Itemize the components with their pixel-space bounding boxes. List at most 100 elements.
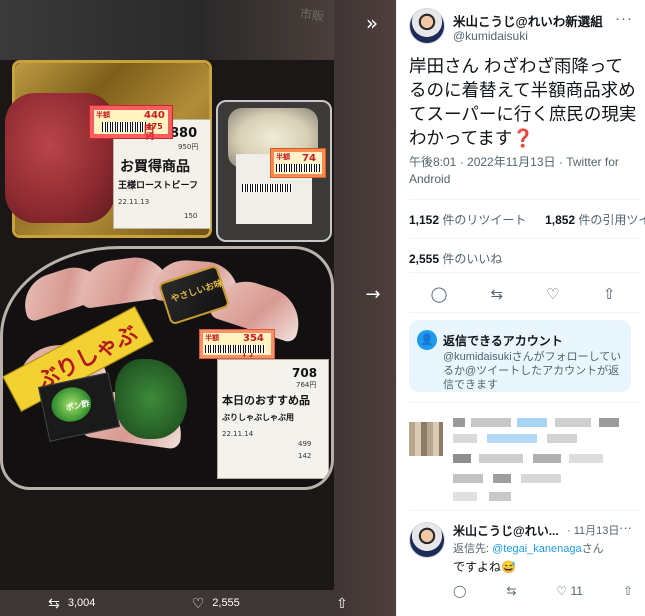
barcode	[276, 164, 320, 172]
roast-beef-tray: 880 950円 お買得商品 王様ローストビーフ 22.11.13 150 半額…	[5, 60, 212, 238]
reply-like-button[interactable]: ♡ 11	[556, 584, 583, 598]
retweet-icon: ⇆	[48, 594, 60, 611]
more-icon[interactable]: ···	[615, 10, 633, 27]
censored-block	[533, 454, 561, 463]
sticker-tag: 半額	[96, 111, 110, 119]
share-icon[interactable]: ⇧	[623, 584, 633, 598]
reply-author-name[interactable]: 米山こうじ@れい...	[453, 522, 559, 539]
tweet-time[interactable]: 午後8:01 · 2022年11月13日 ·	[409, 155, 566, 169]
photo-background	[0, 0, 334, 60]
tweet-panel: 米山こうじ@れいわ新選組... @kumidaisuki ··· 岸田さん わざ…	[396, 0, 645, 616]
censored-block	[471, 418, 511, 427]
tweet-timestamp: 午後8:01 · 2022年11月13日 · Twitter for Andro…	[409, 154, 637, 188]
beef-label-date: 22.11.13	[118, 198, 150, 206]
shiso-leaf	[115, 359, 187, 439]
censored-block	[453, 454, 471, 463]
tweet-text: 岸田さん わざわざ雨降ってるのに着替えて半額商品求めてスーパーに行く庶民の現実わ…	[409, 56, 637, 148]
quotes-stat[interactable]: 1,852 件の引用ツイート	[545, 213, 645, 227]
barcode	[205, 345, 265, 353]
chevrons-right-icon[interactable]: »	[356, 8, 388, 40]
sashimi-price-sub: 764円	[296, 381, 317, 389]
divider	[409, 238, 642, 239]
censored-block	[555, 418, 591, 427]
tweet-author[interactable]: 米山こうじ@れいわ新選組... @kumidaisuki ···	[409, 8, 639, 48]
sticker-tag: 半額	[205, 334, 219, 342]
reply-icon[interactable]: ◯	[431, 285, 448, 303]
viewer-like-count: 2,555	[212, 597, 240, 609]
avatar[interactable]	[409, 8, 445, 44]
censored-block	[453, 474, 483, 483]
sashimi-label-product: ぶりしゃぶしゃぶ用	[222, 413, 294, 422]
notice-body: @kumidaisukiさんがフォローしているか@ツイートしたアカウントが返信で…	[443, 351, 622, 391]
sticker-tag: 半額	[276, 153, 290, 161]
product-badge-text: やさしいお味	[169, 278, 225, 305]
sashimi-label-title: 本日のおすすめ品	[222, 394, 310, 407]
tweet-photo[interactable]: 市販 880 950円 お買得商品 王様ローストビーフ 22.11.13 150…	[0, 0, 334, 590]
author-name[interactable]: 米山こうじ@れいわ新選組...	[453, 11, 603, 30]
reply-text: ですよね😅	[453, 560, 516, 574]
divider	[409, 312, 642, 313]
censored-block	[453, 492, 477, 501]
divider	[409, 272, 642, 273]
retweets-label: 件のリツイート	[439, 213, 527, 227]
retweets-count: 1,152	[409, 213, 440, 227]
share-icon[interactable]: ⇧	[603, 285, 616, 303]
reply-like-count: 11	[570, 584, 583, 598]
sashimi-weight: 499	[298, 440, 312, 448]
quotes-label: 件の引用ツイート	[578, 213, 645, 227]
heart-icon: ♡	[191, 594, 205, 611]
avatar[interactable]	[409, 522, 445, 558]
censored-block	[599, 418, 619, 427]
censored-block	[487, 434, 537, 443]
tweet-stats-row: 1,152 件のリツイート 1,852 件の引用ツイート	[409, 211, 645, 228]
reply-icon[interactable]: ◯	[453, 584, 466, 598]
arrow-right-icon[interactable]: →	[358, 280, 388, 310]
share-icon: ⇧	[336, 594, 348, 611]
half-price-sticker: 半額 74	[270, 148, 326, 178]
beef-label-product: 王様ローストビーフ	[118, 181, 199, 191]
beef-label-title: お買得商品	[120, 159, 190, 175]
censored-avatar	[409, 422, 443, 456]
heart-icon[interactable]: ♡	[546, 285, 559, 303]
censored-block	[521, 474, 561, 483]
censored-block	[489, 492, 511, 501]
viewer-retweet-button[interactable]: ⇆ 3,004	[48, 595, 95, 612]
reply-to-mention[interactable]: @tegai_kanenaga	[492, 543, 581, 555]
barcode	[102, 122, 146, 132]
viewer-share-button[interactable]: ⇧	[336, 595, 348, 612]
censored-block	[517, 418, 547, 427]
reply-to-line: 返信先: @tegai_kanenagaさん	[453, 540, 604, 556]
side-dish-tray: 半額 74	[216, 100, 332, 242]
beef-price-sub: 950円	[178, 143, 199, 151]
censored-block	[493, 474, 511, 483]
reply-date[interactable]: · 11月13日	[567, 522, 619, 538]
media-viewer: 市販 880 950円 お買得商品 王様ローストビーフ 22.11.13 150…	[0, 0, 396, 616]
retweets-stat[interactable]: 1,152 件のリツイート	[409, 213, 526, 227]
sticker-price-sub: 475円	[146, 122, 163, 141]
beef-price: 880	[170, 126, 198, 141]
likes-stat[interactable]: 2,555 件のいいね	[409, 250, 502, 267]
viewer-retweet-count: 3,004	[67, 597, 96, 609]
barcode	[242, 184, 292, 192]
quotes-count: 1,852	[545, 213, 576, 227]
divider	[409, 199, 642, 200]
censored-block	[547, 434, 577, 443]
reply-action-row: ◯ ⇆ ♡ 11 ⇧	[453, 584, 633, 598]
user-icon: 👤	[417, 330, 437, 350]
censored-block	[453, 434, 477, 443]
divider	[409, 510, 642, 511]
photo-background-sign: 市販	[299, 6, 325, 24]
reply-tweet[interactable]: 米山こうじ@れい... · 11月13日 ··· 返信先: @tegai_kan…	[409, 518, 637, 616]
censored-block	[479, 454, 523, 463]
author-handle[interactable]: @kumidaisuki	[453, 29, 528, 43]
sashimi-price: 708	[292, 366, 318, 380]
sticker-price: 74	[302, 153, 316, 164]
viewer-like-button[interactable]: ♡ 2,555	[192, 595, 240, 612]
more-icon[interactable]: ···	[619, 520, 632, 535]
retweet-icon[interactable]: ⇆	[491, 285, 504, 303]
buri-shabu-tray: ぶりしゃぶ やさしいお味 ポン酢 708 764円 本日のおすすめ品 ぶりしゃぶ…	[0, 246, 334, 490]
sauce-label: ポン酢	[48, 383, 95, 426]
censored-block	[453, 418, 465, 427]
retweet-icon[interactable]: ⇆	[506, 584, 516, 598]
beef-weight: 150	[184, 212, 198, 220]
